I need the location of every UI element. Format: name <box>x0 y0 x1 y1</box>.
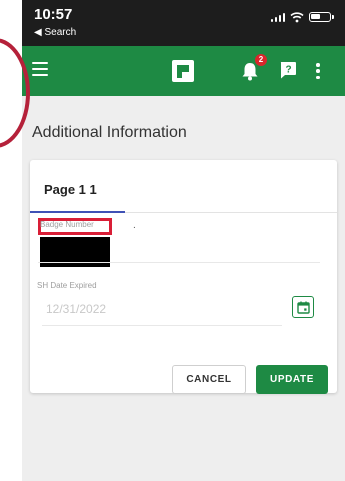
page-title: Additional Information <box>32 124 187 141</box>
sh-date-underline <box>42 325 282 326</box>
svg-text:?: ? <box>285 65 291 76</box>
more-vert-icon[interactable] <box>316 63 320 79</box>
wifi-icon <box>290 12 304 23</box>
form-card: Page 1 1 Badge Number . SH Date Expired … <box>30 160 337 394</box>
cancel-button[interactable]: CANCEL <box>172 365 246 394</box>
app-bar: 2 ? <box>22 46 345 96</box>
badge-number-input[interactable]: . <box>133 220 136 231</box>
notification-badge: 2 <box>255 54 267 66</box>
tab-divider <box>125 212 337 213</box>
battery-icon <box>309 12 334 22</box>
back-to-search-link[interactable]: ◀ Search <box>34 27 76 38</box>
active-tab-indicator <box>30 211 125 213</box>
phone-screen: 10:57 ◀ Search 2 ? Additional Informatio… <box>22 0 345 481</box>
status-bar: 10:57 ◀ Search <box>22 0 345 46</box>
signal-icon <box>270 12 285 22</box>
calendar-button[interactable] <box>292 296 314 318</box>
menu-icon[interactable] <box>32 62 48 76</box>
help-icon[interactable]: ? <box>279 61 297 79</box>
tab-page-1-1[interactable]: Page 1 1 <box>44 182 97 197</box>
app-logo-icon[interactable] <box>172 60 194 82</box>
status-icons <box>270 11 334 23</box>
calendar-icon <box>296 301 310 314</box>
screen: 10:57 ◀ Search 2 ? Additional Informatio… <box>0 0 345 481</box>
update-button[interactable]: UPDATE <box>256 365 328 394</box>
sh-date-expired-label: SH Date Expired <box>37 281 97 290</box>
badge-number-label: Badge Number <box>40 220 94 229</box>
status-time: 10:57 <box>34 6 73 23</box>
badge-number-underline <box>38 262 320 263</box>
sh-date-expired-input[interactable]: 12/31/2022 <box>46 302 106 316</box>
